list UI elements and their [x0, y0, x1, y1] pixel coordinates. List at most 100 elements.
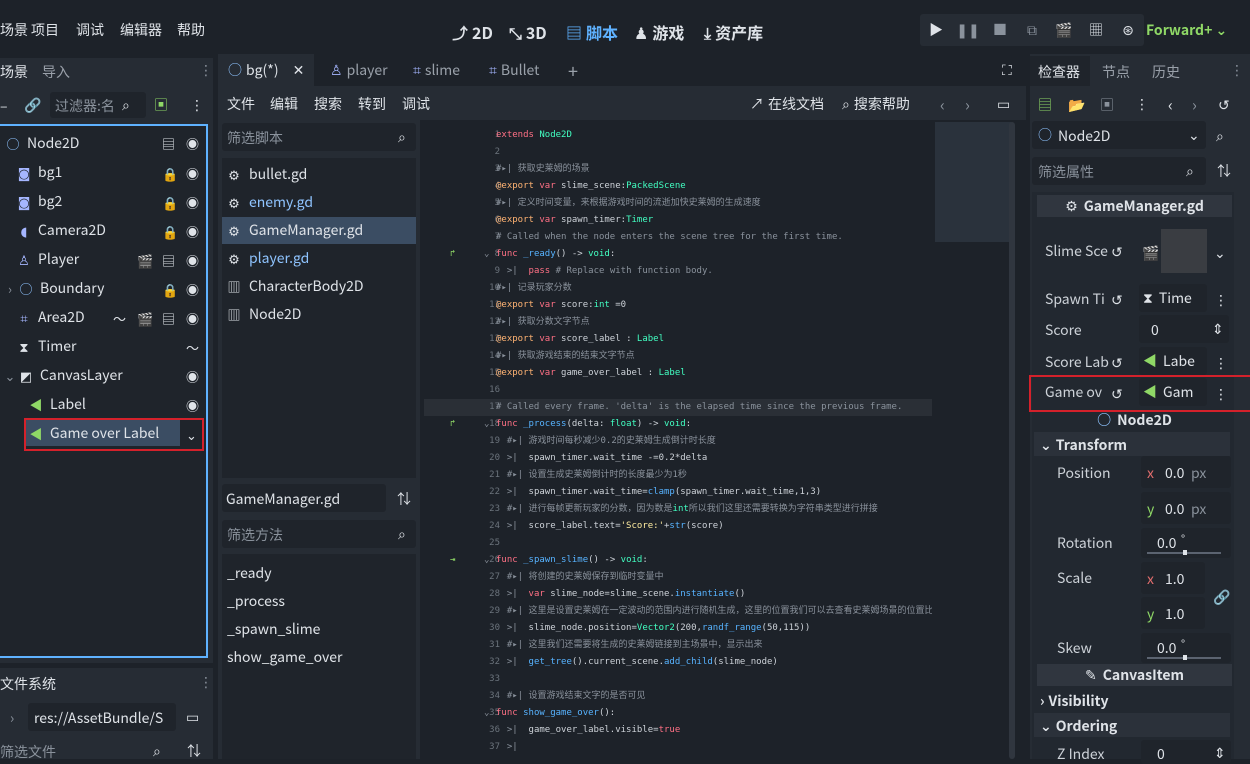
tree-node-player[interactable]: ♙ Player: [0, 245, 79, 273]
tree-node-boundary[interactable]: › ○ Boundary: [0, 274, 104, 302]
play-scene-icon[interactable]: 🎬: [1050, 16, 1078, 44]
tree-node-canvaslayer[interactable]: ⌄ ◩ CanvasLayer: [0, 361, 123, 389]
remote-debug-icon[interactable]: ⧉: [1018, 16, 1046, 44]
code-line[interactable]: 10 #▸| 记录玩家分数: [424, 280, 932, 297]
code-line[interactable]: 25: [424, 535, 932, 552]
scale-y-input[interactable]: y 1.0: [1141, 597, 1205, 629]
online-docs-button[interactable]: ↗ 在线文档: [750, 94, 824, 114]
pause-icon[interactable]: ❚❚: [954, 16, 982, 44]
property-filter-input[interactable]: 筛选属性 ⌕: [1032, 157, 1206, 185]
code-line[interactable]: 11 @export var score:int =0: [424, 297, 932, 314]
mode-3d-button[interactable]: ⤡ 3D: [509, 20, 547, 44]
canvasitem-section-header[interactable]: ✎ CanvasItem: [1037, 664, 1232, 686]
code-scrollbar[interactable]: [1009, 122, 1015, 759]
reset-icon[interactable]: ↺: [1111, 242, 1123, 262]
signal-icon[interactable]: 〜: [113, 309, 126, 328]
tab-bullet[interactable]: ⌗ Bullet: [489, 60, 539, 80]
code-line[interactable]: 22 >| spawn_timer.wait_time=clamp(spawn_…: [424, 484, 932, 501]
dock-menu-icon[interactable]: ⋮: [199, 672, 213, 692]
code-line[interactable]: 28 >| var slime_node=slime_scene.instant…: [424, 586, 932, 603]
fold-chevron-icon[interactable]: ⌄: [484, 552, 489, 569]
fold-chevron-icon[interactable]: ⌄: [484, 246, 489, 263]
code-line[interactable]: 37 >|: [424, 739, 932, 756]
menu-debug[interactable]: 调试: [76, 20, 104, 40]
visibility-icon[interactable]: ◉: [186, 396, 199, 415]
visibility-icon[interactable]: ◉: [186, 193, 199, 212]
history-forward-icon[interactable]: ›: [1192, 92, 1197, 116]
code-line[interactable]: 18 func _process(delta: float) -> void: ↱ ⌄: [424, 416, 932, 433]
ordering-group[interactable]: ⌄ Ordering: [1040, 716, 1117, 736]
fold-chevron-icon[interactable]: ⌄: [484, 705, 489, 722]
script-icon[interactable]: ▤: [162, 309, 175, 328]
lock-icon[interactable]: 🔒: [162, 222, 178, 241]
score-value-input[interactable]: 0 ⇕: [1139, 315, 1229, 343]
visibility-icon[interactable]: ◉: [186, 367, 199, 386]
mode-2d-button[interactable]: ⤴ 2D: [452, 20, 493, 44]
method-item[interactable]: _ready: [227, 563, 272, 583]
tree-node-area2d[interactable]: ⌗ Area2D: [0, 303, 84, 331]
code-line[interactable]: 8 func _ready() -> void: ↱ ⌄: [424, 246, 932, 263]
play-custom-scene-icon[interactable]: ▦: [1082, 16, 1110, 44]
visibility-icon[interactable]: ◉: [186, 309, 199, 328]
chevron-down-icon[interactable]: ⌄: [1214, 243, 1226, 263]
method-item[interactable]: _spawn_slime: [227, 619, 320, 639]
split-view-icon[interactable]: ▭: [186, 707, 199, 727]
script-menu-edit[interactable]: 编辑: [270, 94, 298, 114]
zindex-input[interactable]: 0 ⇕: [1141, 740, 1231, 764]
code-line[interactable]: 23 #▸| 进行每帧更新玩家的分数，因为数是int所以我们这里还需要转换为字符…: [424, 501, 932, 518]
tree-node-label[interactable]: ◀ Label: [0, 390, 85, 418]
reset-icon[interactable]: ↺: [1111, 290, 1123, 310]
menu-project[interactable]: 项目: [31, 20, 59, 40]
visibility-icon[interactable]: ◉: [186, 222, 199, 241]
lock-icon[interactable]: 🔒: [162, 280, 178, 299]
tree-node-node2d[interactable]: ○ Node2D ▤ ◉: [0, 129, 206, 157]
spinner-icon[interactable]: ⇕: [1214, 743, 1226, 763]
mode-assetlib-button[interactable]: ⤓ 资产库: [704, 20, 763, 44]
code-line[interactable]: 36 >| game_over_label.visible=true: [424, 722, 932, 739]
link-icon[interactable]: 🔗: [1213, 587, 1230, 607]
override-icon[interactable]: ↱: [450, 246, 455, 263]
tab-player[interactable]: ♙ player: [330, 60, 388, 80]
lock-icon[interactable]: 🔒: [162, 164, 178, 183]
score-label-value[interactable]: ◀ Labe: [1139, 347, 1207, 375]
tree-node-camera2d[interactable]: ◖ Camera2D: [0, 216, 106, 244]
position-y-input[interactable]: y 0.0 px: [1141, 492, 1231, 524]
history-back-icon[interactable]: ‹: [1168, 92, 1173, 116]
code-line[interactable]: 12 #▸| 获取分数文字节点: [424, 314, 932, 331]
open-folder-icon[interactable]: 📂: [1068, 95, 1085, 115]
tree-node-timer[interactable]: ⧗ Timer: [0, 332, 76, 360]
tab-history[interactable]: 历史: [1152, 62, 1180, 82]
script-item[interactable]: ⚙ bullet.gd: [226, 161, 307, 187]
code-line[interactable]: 9 >| pass # Replace with function body.: [424, 263, 932, 280]
node2d-section-header[interactable]: ○ Node2D: [1037, 410, 1232, 430]
tab-inspector[interactable]: 检查器: [1038, 62, 1080, 82]
filter-settings-icon[interactable]: ⇅: [1217, 161, 1231, 181]
code-line[interactable]: 27 #▸| 将创建的史莱姆保存到临时变量中: [424, 569, 932, 586]
code-line[interactable]: 15 @export var game_over_label : Label: [424, 365, 932, 382]
code-line[interactable]: 31 #▸| 这里我们还需要将生成的史莱姆链接到主场景中，显示出来: [424, 637, 932, 654]
code-minimap[interactable]: [932, 120, 1017, 759]
tree-node-bg2[interactable]: ◙ bg2: [0, 187, 63, 215]
tab-slime[interactable]: ⌗ slime: [413, 60, 460, 80]
mode-script-button[interactable]: ▤ 脚本: [566, 20, 618, 44]
transform-group[interactable]: ⌄ Transform: [1040, 435, 1127, 455]
renderer-dropdown[interactable]: Forward+ ⌄: [1146, 20, 1227, 40]
code-line[interactable]: 32 >| get_tree().current_scene.add_child…: [424, 654, 932, 671]
code-line[interactable]: 6 @export var spawn_timer:Timer: [424, 212, 932, 229]
history-back-icon[interactable]: ‹: [940, 92, 945, 116]
inspected-node-selector[interactable]: ○ Node2D ⌄: [1032, 121, 1206, 149]
attach-script-icon[interactable]: ▣: [154, 95, 168, 115]
code-line[interactable]: 3 #▸| 获取史莱姆的场景: [424, 161, 932, 178]
signal-icon[interactable]: 〜: [186, 338, 199, 357]
visibility-group[interactable]: › Visibility: [1040, 691, 1109, 711]
script-item[interactable]: ▥ CharacterBody2D: [226, 273, 363, 299]
filesystem-filter-input[interactable]: 筛选文件: [0, 742, 56, 762]
dock-menu-icon[interactable]: ⋮: [1230, 60, 1244, 80]
script-menu-search[interactable]: 搜索: [314, 94, 342, 114]
fullscreen-icon[interactable]: ⛶: [1002, 60, 1012, 80]
code-line[interactable]: 21 #▸| 设置生成史莱姆倒计时的长度最少为1秒: [424, 467, 932, 484]
sort-icon[interactable]: ⇅: [397, 489, 411, 509]
stop-icon[interactable]: ■: [986, 16, 1014, 44]
object-history-icon[interactable]: ↺: [1218, 95, 1230, 115]
open-scene-icon[interactable]: 🎬: [137, 309, 153, 328]
